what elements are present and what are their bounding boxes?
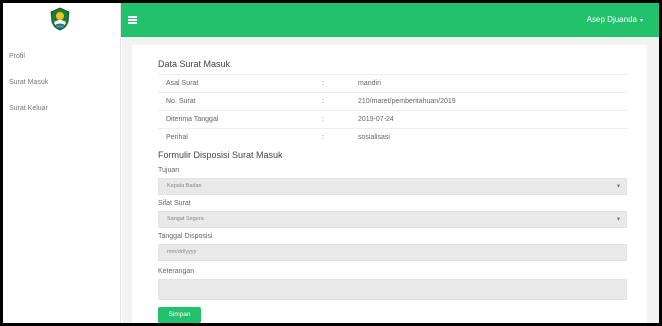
keterangan-label: Keterangan bbox=[158, 268, 195, 275]
sidebar: Profil Surat Masuk Surat Keluar bbox=[3, 37, 121, 323]
data-surat-title: Data Surat Masuk bbox=[158, 59, 231, 69]
user-name: Asep Djuanda bbox=[586, 15, 637, 24]
info-label: Perihal bbox=[166, 134, 188, 141]
top-bar: Asep Djuanda ▾ bbox=[3, 3, 659, 37]
sidebar-item-profil[interactable]: Profil bbox=[3, 44, 120, 70]
sidebar-item-surat-masuk[interactable]: Surat Masuk bbox=[3, 70, 120, 96]
main-content: Data Surat Masuk Asal Surat : mandiri No… bbox=[122, 37, 659, 323]
sidebar-item-surat-keluar[interactable]: Surat Keluar bbox=[3, 96, 120, 122]
info-value: mandiri bbox=[358, 80, 381, 87]
logo-area bbox=[3, 3, 121, 37]
form-title: Formulir Disposisi Surat Masuk bbox=[158, 150, 283, 160]
app-window: Asep Djuanda ▾ Profil Surat Masuk Surat K… bbox=[3, 3, 659, 323]
keterangan-textarea[interactable] bbox=[158, 279, 627, 300]
info-separator: : bbox=[322, 98, 324, 105]
hamburger-menu-icon[interactable] bbox=[128, 16, 137, 24]
sifat-surat-selected-value: Sangat Segera bbox=[167, 216, 204, 222]
tanggal-disposisi-label: Tanggal Disposisi bbox=[158, 233, 213, 240]
info-separator: : bbox=[322, 134, 324, 141]
caret-down-icon: ▾ bbox=[639, 18, 643, 24]
west-java-emblem-icon[interactable] bbox=[49, 7, 71, 31]
info-label: Diterima Tanggal bbox=[166, 116, 219, 123]
info-value: 2019-07-24 bbox=[358, 116, 394, 123]
info-separator: : bbox=[322, 116, 324, 123]
sifat-surat-select[interactable]: Sangat Segera ▼ bbox=[158, 211, 627, 228]
info-row-asal-surat: Asal Surat : mandiri bbox=[158, 74, 627, 91]
user-menu[interactable]: Asep Djuanda ▾ bbox=[587, 15, 643, 24]
tujuan-select[interactable]: Kepala Badan ▼ bbox=[158, 178, 627, 195]
info-label: No. Surat bbox=[166, 98, 196, 105]
info-label: Asal Surat bbox=[166, 80, 199, 87]
tanggal-disposisi-input[interactable]: mm/dd/yyyy bbox=[158, 244, 627, 261]
info-value: sosialisasi bbox=[358, 134, 390, 141]
content-card: Data Surat Masuk Asal Surat : mandiri No… bbox=[132, 45, 647, 323]
simpan-button[interactable]: Simpan bbox=[158, 307, 201, 323]
date-placeholder: mm/dd/yyyy bbox=[167, 249, 197, 255]
select-arrow-icon: ▼ bbox=[616, 216, 621, 222]
info-row-diterima-tanggal: Diterima Tanggal : 2019-07-24 bbox=[158, 110, 627, 127]
info-row-no-surat: No. Surat : 210/maret/pemberitahuan/2019 bbox=[158, 92, 627, 109]
info-separator: : bbox=[322, 80, 324, 87]
sifat-surat-label: Sifat Surat bbox=[158, 200, 191, 207]
tujuan-selected-value: Kepala Badan bbox=[167, 183, 202, 189]
info-row-perihal: Perihal : sosialisasi bbox=[158, 128, 627, 145]
select-arrow-icon: ▼ bbox=[616, 183, 621, 189]
tujuan-label: Tujuan bbox=[158, 167, 180, 174]
navbar: Asep Djuanda ▾ bbox=[121, 3, 659, 37]
info-value: 210/maret/pemberitahuan/2019 bbox=[358, 98, 456, 105]
